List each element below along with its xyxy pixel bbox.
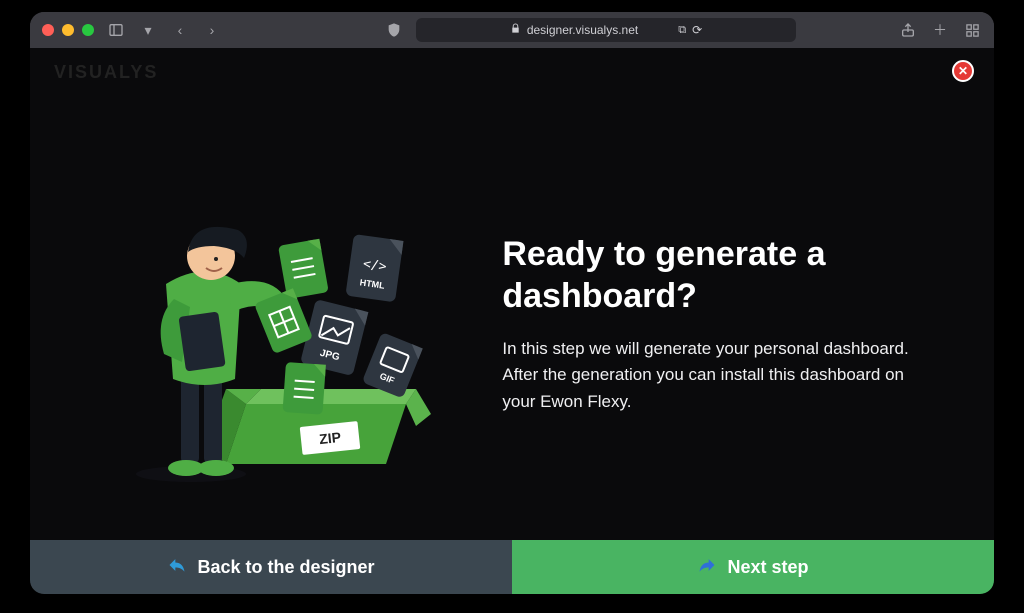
modal-text: Ready to generate a dashboard? In this s… — [502, 233, 994, 415]
modal-footer: Back to the designer Next step — [30, 540, 994, 594]
illustration-area: ZIP — [30, 164, 502, 484]
new-tab-icon[interactable]: ＋ — [930, 20, 950, 40]
page: VISUALYS ✕ ZIP — [30, 48, 994, 594]
modal-heading: Ready to generate a dashboard? — [502, 233, 954, 318]
tabs-grid-icon[interactable] — [962, 20, 982, 40]
close-icon: ✕ — [958, 64, 968, 78]
next-button-label: Next step — [727, 557, 808, 578]
titlebar: ▾ ‹ › designer.visualys.net ⧉ ⟳ ＋ — [30, 12, 994, 48]
chevron-down-icon[interactable]: ▾ — [138, 22, 158, 39]
window-controls — [42, 24, 94, 36]
reply-arrow-icon — [167, 555, 187, 580]
zip-label: ZIP — [319, 429, 342, 447]
url-bar[interactable]: designer.visualys.net ⧉ ⟳ — [416, 18, 796, 42]
maximize-window-icon[interactable] — [82, 24, 94, 36]
lock-icon — [510, 23, 521, 37]
illustration: ZIP — [96, 164, 436, 484]
back-button[interactable]: Back to the designer — [30, 540, 512, 594]
close-modal-button[interactable]: ✕ — [952, 60, 974, 82]
background-brand: VISUALYS — [54, 62, 158, 83]
url-host: designer.visualys.net — [527, 23, 638, 37]
forward-arrow-icon — [697, 555, 717, 580]
browser-window: ▾ ‹ › designer.visualys.net ⧉ ⟳ ＋ VISUAL — [30, 12, 994, 594]
shield-icon[interactable] — [384, 22, 404, 38]
refresh-icon[interactable]: ⟳ — [692, 23, 702, 37]
modal-body: In this step we will generate your perso… — [502, 336, 922, 415]
share-icon[interactable] — [898, 20, 918, 40]
nav-forward-icon[interactable]: › — [202, 22, 222, 38]
reader-icon[interactable]: ⧉ — [678, 24, 686, 37]
nav-back-icon[interactable]: ‹ — [170, 22, 190, 38]
modal-content: ZIP — [30, 118, 994, 530]
minimize-window-icon[interactable] — [62, 24, 74, 36]
sidebar-toggle-icon[interactable] — [106, 22, 126, 38]
next-button[interactable]: Next step — [512, 540, 994, 594]
close-window-icon[interactable] — [42, 24, 54, 36]
back-button-label: Back to the designer — [197, 557, 374, 578]
